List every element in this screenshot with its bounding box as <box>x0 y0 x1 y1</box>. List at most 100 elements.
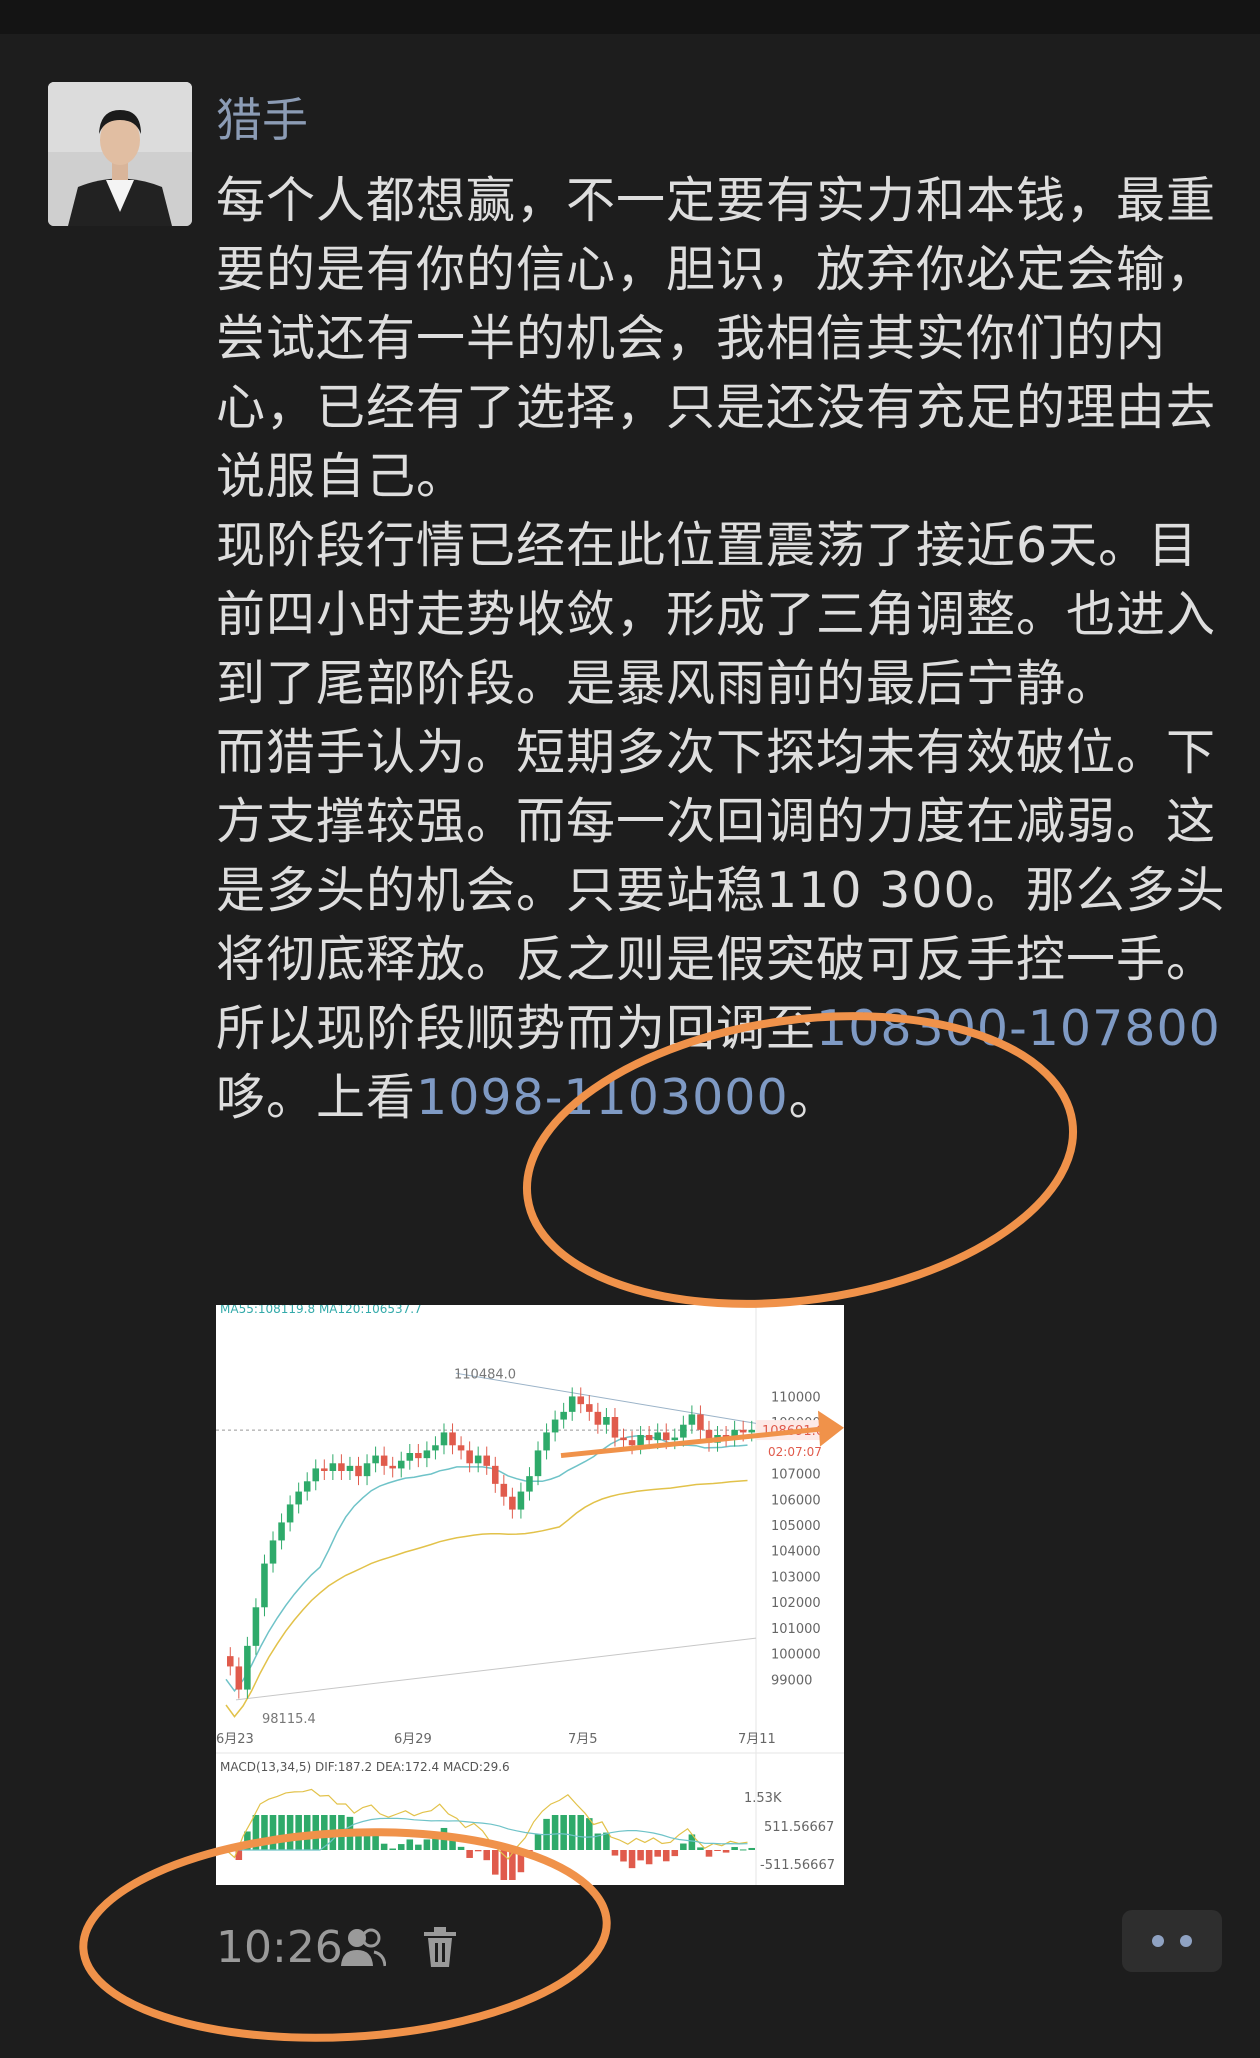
candle-body <box>406 1453 414 1461</box>
y-tick-label: 102000 <box>771 1596 821 1611</box>
candlestick-chart: 1100001090001070001060001050001040001030… <box>216 1302 844 1885</box>
candle-body <box>500 1483 508 1497</box>
candle-body <box>432 1445 439 1451</box>
candle-body <box>645 1435 653 1441</box>
macd-bar <box>466 1850 473 1858</box>
candle-body <box>680 1424 687 1438</box>
candle-body <box>483 1455 490 1466</box>
macd-bar <box>586 1818 593 1850</box>
candle-body <box>278 1522 285 1541</box>
avatar[interactable] <box>48 82 192 226</box>
candle-body <box>286 1504 294 1523</box>
trash-icon[interactable] <box>422 1926 458 1968</box>
candle-body <box>543 1432 550 1451</box>
profile-photo-icon <box>48 82 192 226</box>
candle-body <box>312 1468 320 1482</box>
candle-body <box>662 1432 670 1441</box>
macd-bar <box>261 1815 268 1850</box>
macd-bar <box>517 1850 525 1873</box>
macd-bar <box>380 1843 388 1850</box>
macd-bar <box>295 1815 302 1850</box>
phone-link[interactable]: 108300-107800 <box>816 1000 1221 1057</box>
macd-bar <box>346 1816 354 1850</box>
candle-body <box>492 1465 499 1484</box>
x-tick-label: 7月11 <box>738 1732 776 1747</box>
macd-bar <box>423 1839 431 1850</box>
candle-body <box>227 1656 234 1667</box>
macd-bar <box>568 1815 576 1850</box>
chart-image[interactable]: 1100001090001070001060001050001040001030… <box>216 1302 844 1885</box>
candle-body <box>235 1666 243 1690</box>
macd-bar <box>722 1850 730 1853</box>
status-bar <box>0 0 1260 34</box>
macd-bar <box>662 1850 670 1862</box>
more-dots-icon <box>1152 1935 1192 1947</box>
macd-bar <box>620 1850 627 1862</box>
y-tick-label: 107000 <box>771 1468 821 1483</box>
macd-bar <box>534 1834 542 1850</box>
macd-bar <box>714 1850 721 1851</box>
macd-bar <box>363 1831 371 1850</box>
macd-bar <box>389 1848 396 1850</box>
candle-body <box>586 1404 593 1412</box>
candle-body <box>551 1419 559 1433</box>
candle-body <box>338 1463 345 1471</box>
macd-bar <box>560 1815 567 1850</box>
candle-body <box>252 1607 260 1646</box>
macd-bar <box>654 1850 661 1857</box>
candle-body <box>594 1411 602 1425</box>
macd-bar <box>483 1850 490 1861</box>
macd-bar <box>406 1839 414 1850</box>
candle-body <box>244 1645 251 1690</box>
post-paragraph: 每个人都想赢，不一定要有实力和本钱，最重要的是有你的信心，胆识，放弃你必定会输，… <box>216 172 1217 505</box>
more-button[interactable] <box>1122 1910 1222 1972</box>
macd-bar <box>397 1844 405 1850</box>
candle-body <box>509 1496 516 1510</box>
phone-link[interactable]: 1098-1103000 <box>416 1069 789 1126</box>
candle-body <box>423 1450 431 1459</box>
candle-body <box>534 1450 542 1477</box>
macd-bar <box>637 1850 644 1861</box>
macd-bar <box>269 1815 277 1850</box>
y-tick-label: 106000 <box>771 1493 821 1508</box>
macd-bar <box>611 1850 619 1856</box>
macd-bar <box>252 1815 260 1850</box>
contact-name[interactable]: 猎手 <box>216 84 308 150</box>
x-tick-label: 6月23 <box>216 1732 254 1747</box>
candle-body <box>568 1396 576 1412</box>
y-tick-label: 104000 <box>771 1545 821 1560</box>
candle-body <box>457 1445 465 1451</box>
macd-bar <box>432 1836 439 1850</box>
macd-bar <box>645 1850 653 1865</box>
friends-visible-icon[interactable] <box>340 1926 386 1968</box>
macd-bar <box>372 1830 379 1850</box>
macd-bar <box>457 1846 465 1850</box>
macd-bar <box>526 1850 533 1858</box>
macd-bar <box>449 1840 456 1850</box>
macd-tick-label: 1.53K <box>744 1791 782 1806</box>
macd-bar <box>748 1847 755 1850</box>
macd-bar <box>355 1835 362 1850</box>
candle-body <box>748 1429 755 1433</box>
candle-body <box>697 1414 704 1430</box>
macd-tick-label: -511.56667 <box>760 1858 835 1873</box>
macd-bar <box>680 1843 687 1850</box>
y-tick-label: 101000 <box>771 1622 821 1637</box>
macd-bar <box>739 1849 747 1851</box>
candle-body <box>415 1453 422 1459</box>
candle-body <box>261 1563 268 1608</box>
macd-bar <box>509 1850 516 1880</box>
y-tick-label: 100000 <box>771 1648 821 1663</box>
candle-body <box>474 1455 482 1464</box>
candle-body <box>269 1540 277 1564</box>
macd-bar <box>415 1844 422 1850</box>
macd-header: MACD(13,34,5) DIF:187.2 DEA:172.4 MACD:2… <box>220 1760 510 1774</box>
macd-bar <box>551 1815 559 1850</box>
candle-body <box>654 1432 661 1441</box>
macd-bar <box>286 1815 294 1850</box>
candle-body <box>466 1450 473 1464</box>
y-tick-label: 103000 <box>771 1570 821 1585</box>
candle-body <box>363 1463 371 1477</box>
macd-bar <box>440 1827 448 1850</box>
candle-body <box>577 1396 585 1405</box>
